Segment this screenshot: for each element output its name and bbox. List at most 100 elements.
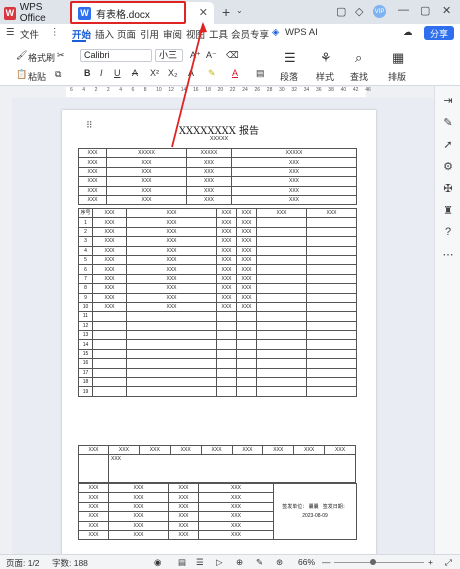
table-cell[interactable] xyxy=(216,320,237,332)
table-cell[interactable] xyxy=(306,245,357,256)
avatar[interactable]: VIP xyxy=(373,5,386,18)
table-cell[interactable]: 9 xyxy=(78,292,93,303)
horizontal-ruler[interactable]: 6 4 2 2 4 6 8 10 12 14 16 18 20 22 24 26 28 30 32 34 36 38 40 4… xyxy=(0,86,434,98)
table-cell[interactable]: XXX xyxy=(92,283,127,294)
table-cell[interactable]: 签发单位： 曩曩 签发日期： 2023-08-09 xyxy=(273,482,357,541)
help-icon[interactable]: ? xyxy=(441,226,455,240)
table-cell[interactable]: XXX xyxy=(108,529,169,541)
table-cell[interactable]: XXX xyxy=(126,292,217,303)
table-cell[interactable]: XXX xyxy=(216,254,237,266)
zoom-slider[interactable] xyxy=(334,562,424,563)
table-cell[interactable] xyxy=(126,367,217,379)
table-cell[interactable]: XXX xyxy=(126,207,217,219)
italic-icon[interactable]: I xyxy=(100,68,103,78)
table-cell[interactable]: XXX xyxy=(186,157,232,168)
table-cell[interactable]: XXX xyxy=(108,501,169,513)
document-page[interactable]: ⠿ XXXXXXXX 报告 XXXXX XXX XXXXX XXXXX XXXXX XX… xyxy=(62,110,376,554)
table-cell[interactable]: XXX xyxy=(78,185,107,196)
table-cell[interactable] xyxy=(92,320,127,332)
page-count[interactable]: 页面: 1/2 xyxy=(6,557,40,569)
table-cell[interactable]: XXX xyxy=(78,511,109,522)
table-cell[interactable] xyxy=(256,358,307,369)
table-cell[interactable]: XXXXX xyxy=(186,147,232,159)
layout-label[interactable]: 排版 xyxy=(388,70,406,83)
menu-view[interactable]: 视图 xyxy=(186,27,205,41)
table-cell[interactable]: XXX xyxy=(324,444,356,456)
table-cell[interactable]: XXX xyxy=(216,264,237,275)
table-cell[interactable]: XXX xyxy=(231,157,357,168)
table-cell[interactable]: XXX xyxy=(198,482,274,494)
shrink-font-icon[interactable]: A⁻ xyxy=(206,50,217,61)
zoom-out-icon[interactable]: — xyxy=(322,557,331,567)
table-cell[interactable]: XXX xyxy=(108,492,169,503)
menu-wps-ai[interactable]: WPS AI xyxy=(285,27,318,38)
word-count[interactable]: 字数: 188 xyxy=(52,557,88,569)
underline-icon[interactable]: U xyxy=(114,68,121,78)
table-cell[interactable] xyxy=(126,348,217,360)
table-cell[interactable]: 13 xyxy=(78,330,93,341)
table-cell[interactable]: XXX xyxy=(216,245,237,256)
table-cell[interactable]: XXX xyxy=(198,529,274,541)
table-cell[interactable] xyxy=(256,386,307,397)
table-cell[interactable] xyxy=(256,245,307,256)
table-cell[interactable]: XXX xyxy=(126,217,217,228)
font-color-icon[interactable]: A xyxy=(232,68,238,78)
outline-icon[interactable]: ☰ xyxy=(196,557,204,568)
table-cell[interactable]: XXX xyxy=(106,166,187,178)
table-cell[interactable] xyxy=(256,320,307,332)
table-cell[interactable] xyxy=(306,358,357,369)
table-cell[interactable]: XXX xyxy=(186,185,232,196)
table-cell[interactable]: XXX xyxy=(231,185,357,196)
strikethrough-icon[interactable]: A xyxy=(132,68,138,78)
maximize-icon[interactable]: ▢ xyxy=(420,4,430,17)
share-button[interactable]: 分享 xyxy=(424,26,454,40)
print-layout-icon[interactable]: ▤ xyxy=(178,557,186,568)
table-cell[interactable] xyxy=(306,273,357,285)
table-cell[interactable]: XXX xyxy=(168,492,199,503)
cube-icon[interactable]: ◇ xyxy=(355,5,363,18)
table-cell[interactable]: XXX xyxy=(256,207,307,219)
menu-member[interactable]: 会员专享 xyxy=(231,27,269,41)
table-cell[interactable]: 11 xyxy=(78,311,93,322)
eye-icon[interactable]: ◉ xyxy=(154,557,161,568)
new-tab-icon[interactable]: + xyxy=(222,4,230,20)
paste-label[interactable]: 粘贴 xyxy=(28,70,46,83)
table-cell[interactable]: XXX xyxy=(106,157,187,168)
table-cell[interactable]: XXX xyxy=(78,482,109,494)
more-options-icon[interactable]: ⋯ xyxy=(441,248,455,262)
table-cell[interactable] xyxy=(216,367,237,379)
table-cell[interactable] xyxy=(256,348,307,360)
edit-icon[interactable]: ✎ xyxy=(441,116,455,130)
table-cell[interactable] xyxy=(306,386,357,397)
menu-home[interactable]: 开始 xyxy=(72,27,91,41)
table-cell[interactable] xyxy=(306,367,357,379)
table-cell[interactable]: 4 xyxy=(78,245,93,256)
table-cell[interactable] xyxy=(306,264,357,275)
table-cell[interactable]: 7 xyxy=(78,273,93,285)
table-cell[interactable]: XXX xyxy=(78,194,107,206)
table-cell[interactable] xyxy=(306,311,357,322)
table-cell[interactable] xyxy=(216,339,237,350)
table-cell[interactable] xyxy=(236,330,257,341)
table-cell[interactable] xyxy=(216,386,237,397)
paragraph-label[interactable]: 段落 xyxy=(280,70,298,83)
table-cell[interactable] xyxy=(126,311,217,322)
table-cell[interactable] xyxy=(216,377,237,388)
table-cell[interactable]: XXX xyxy=(108,482,169,494)
table-cell[interactable]: XXX xyxy=(216,273,237,285)
table-cell[interactable]: XXX xyxy=(293,444,326,456)
table-cell[interactable]: XXX xyxy=(216,207,237,219)
table-cell[interactable]: XXX xyxy=(108,511,169,522)
paste-icon[interactable]: 📋 xyxy=(16,69,27,80)
table-cell[interactable]: XXX xyxy=(126,245,217,256)
table-cell[interactable]: XXX xyxy=(236,207,257,219)
table-cell[interactable]: XXX xyxy=(92,292,127,303)
table-cell[interactable] xyxy=(306,254,357,266)
table-cell[interactable] xyxy=(126,377,217,388)
table-cell[interactable]: XXX xyxy=(186,166,232,178)
table-cell[interactable]: XXX xyxy=(78,520,109,531)
table-cell[interactable]: XXX xyxy=(236,226,257,238)
clear-format-icon[interactable]: ⌫ xyxy=(226,50,239,61)
table-cell[interactable] xyxy=(256,264,307,275)
table-cell[interactable] xyxy=(236,320,257,332)
